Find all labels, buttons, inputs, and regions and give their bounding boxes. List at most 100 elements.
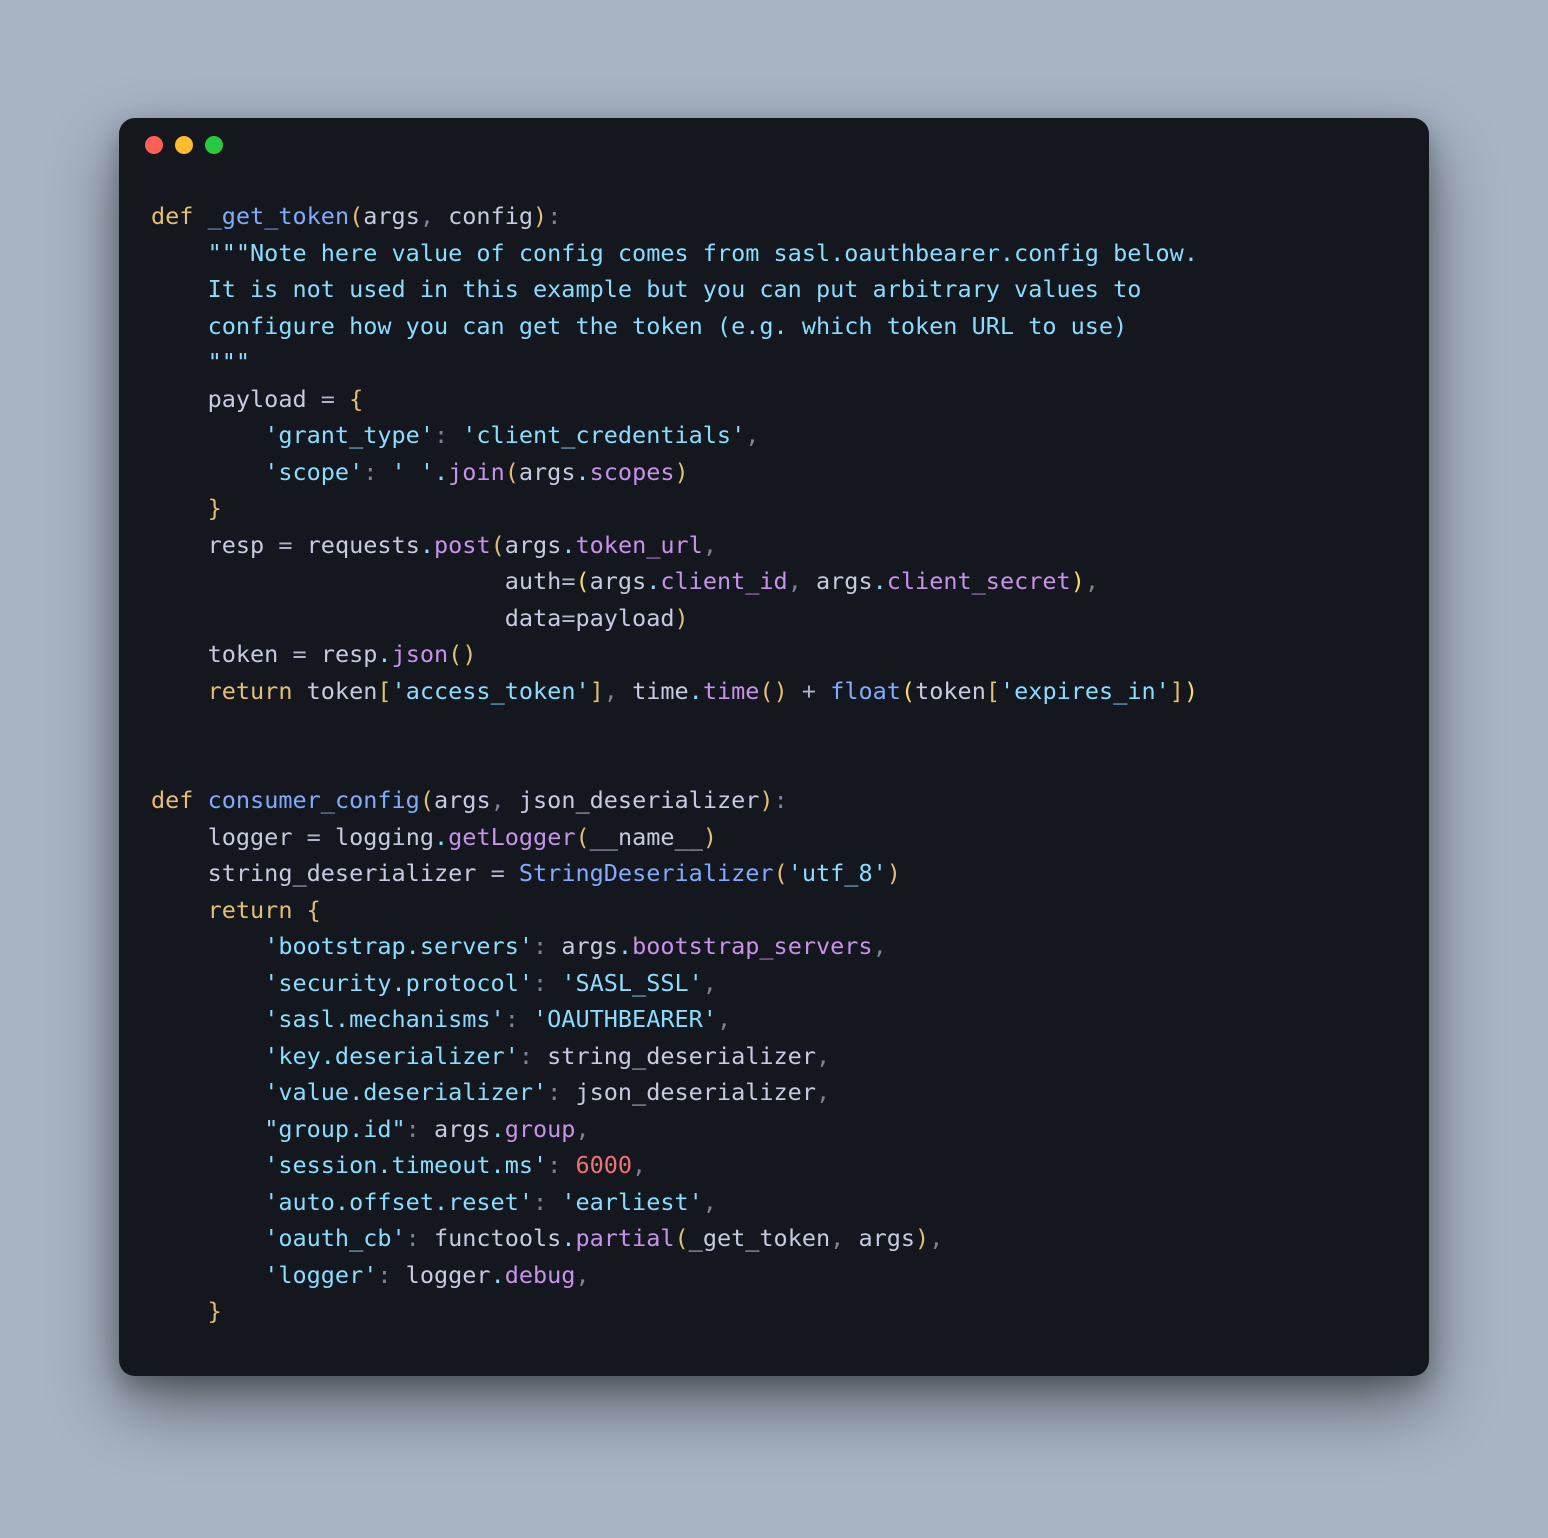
code-token: _get_token	[208, 202, 349, 230]
code-token: 'expires_in'	[1000, 677, 1170, 705]
code-token: 6000	[575, 1151, 632, 1179]
code-token: ,	[788, 567, 816, 595]
code-token: :	[519, 1042, 547, 1070]
code-token: token	[915, 677, 986, 705]
code-token: bootstrap_servers	[632, 932, 873, 960]
code-token: =	[321, 385, 335, 413]
code-token: 'oauth_cb'	[264, 1224, 405, 1252]
code-token: (	[774, 859, 788, 887]
code-token: =	[491, 859, 505, 887]
code-token: join	[448, 458, 505, 486]
code-token: +	[802, 677, 816, 705]
code-token: ]	[590, 677, 604, 705]
code-token: .	[420, 531, 434, 559]
code-token: .	[434, 458, 448, 486]
code-token: logger	[406, 1261, 491, 1289]
code-token: client_secret	[887, 567, 1071, 595]
code-token: (	[448, 640, 462, 668]
code-token: ,	[632, 1151, 646, 1179]
code-token: )	[675, 604, 689, 632]
code-token: {	[349, 385, 363, 413]
code-token: args	[561, 932, 618, 960]
code-token: token	[307, 677, 378, 705]
code-token: requests	[307, 531, 420, 559]
zoom-icon[interactable]	[205, 136, 223, 154]
code-token: partial	[575, 1224, 674, 1252]
code-token: json_deserializer	[519, 786, 760, 814]
code-token: (	[491, 531, 505, 559]
code-token: 'grant_type'	[264, 421, 434, 449]
code-token	[476, 859, 490, 887]
code-token: )	[462, 640, 476, 668]
code-token: config	[448, 202, 533, 230]
code-token: 'session.timeout.ms'	[264, 1151, 547, 1179]
code-token: )	[533, 202, 547, 230]
code-token: ,	[1085, 567, 1099, 595]
code-token: ,	[703, 531, 717, 559]
code-token: args	[434, 786, 491, 814]
code-token	[264, 531, 278, 559]
code-token: [	[986, 677, 1000, 705]
code-token: )	[703, 823, 717, 851]
code-token: json_deserializer	[575, 1078, 816, 1106]
code-token	[321, 823, 335, 851]
close-icon[interactable]	[145, 136, 163, 154]
code-token: =	[293, 640, 307, 668]
code-token: getLogger	[448, 823, 575, 851]
code-token: :	[505, 1005, 533, 1033]
code-token: return	[208, 677, 293, 705]
code-token: args	[816, 567, 873, 595]
code-token: :	[547, 202, 561, 230]
code-token: _get_token	[689, 1224, 830, 1252]
code-token: .	[575, 458, 589, 486]
code-token: (	[675, 1224, 689, 1252]
code-token: )	[915, 1224, 929, 1252]
code-token	[193, 202, 207, 230]
code-token: return	[208, 896, 293, 924]
code-token: consumer_config	[208, 786, 420, 814]
code-token: ,	[575, 1115, 589, 1143]
code-token: :	[533, 969, 561, 997]
code-token: )	[1184, 677, 1198, 705]
code-token: ,	[420, 202, 448, 230]
code-token: =	[307, 823, 321, 851]
code-token: logger	[208, 823, 293, 851]
minimize-icon[interactable]	[175, 136, 193, 154]
code-token: =	[561, 567, 575, 595]
code-token: 'security.protocol'	[264, 969, 533, 997]
code-token: StringDeserializer	[519, 859, 774, 887]
code-token: {	[307, 896, 321, 924]
code-token: ,	[703, 1188, 717, 1216]
code-token: :	[533, 1188, 561, 1216]
code-token: :	[774, 786, 788, 814]
code-token: .	[491, 1115, 505, 1143]
code-token	[307, 640, 321, 668]
code-token: scopes	[590, 458, 675, 486]
code-token: .	[618, 932, 632, 960]
code-token: .	[561, 1224, 575, 1252]
code-token: :	[406, 1115, 434, 1143]
code-token: json	[392, 640, 449, 668]
code-token: ,	[873, 932, 887, 960]
code-token: time	[703, 677, 760, 705]
code-token: 'scope'	[264, 458, 363, 486]
code-token: string_deserializer	[208, 859, 477, 887]
code-token: =	[561, 604, 575, 632]
code-token	[293, 531, 307, 559]
code-token: (	[575, 567, 589, 595]
code-token: 'client_credentials'	[462, 421, 745, 449]
code-token: def	[151, 202, 193, 230]
code-token: 'auto.offset.reset'	[264, 1188, 533, 1216]
code-token: payload	[208, 385, 307, 413]
code-token: token	[208, 640, 279, 668]
code-token: resp	[208, 531, 265, 559]
code-token: 'value.deserializer'	[264, 1078, 547, 1106]
code-token: args	[434, 1115, 491, 1143]
code-token: 'SASL_SSL'	[561, 969, 702, 997]
code-token: "group.id"	[264, 1115, 405, 1143]
code-token: functools	[434, 1224, 561, 1252]
code-token: (	[505, 458, 519, 486]
code-token: :	[363, 458, 391, 486]
code-token: }	[208, 1297, 222, 1325]
code-token: group	[505, 1115, 576, 1143]
